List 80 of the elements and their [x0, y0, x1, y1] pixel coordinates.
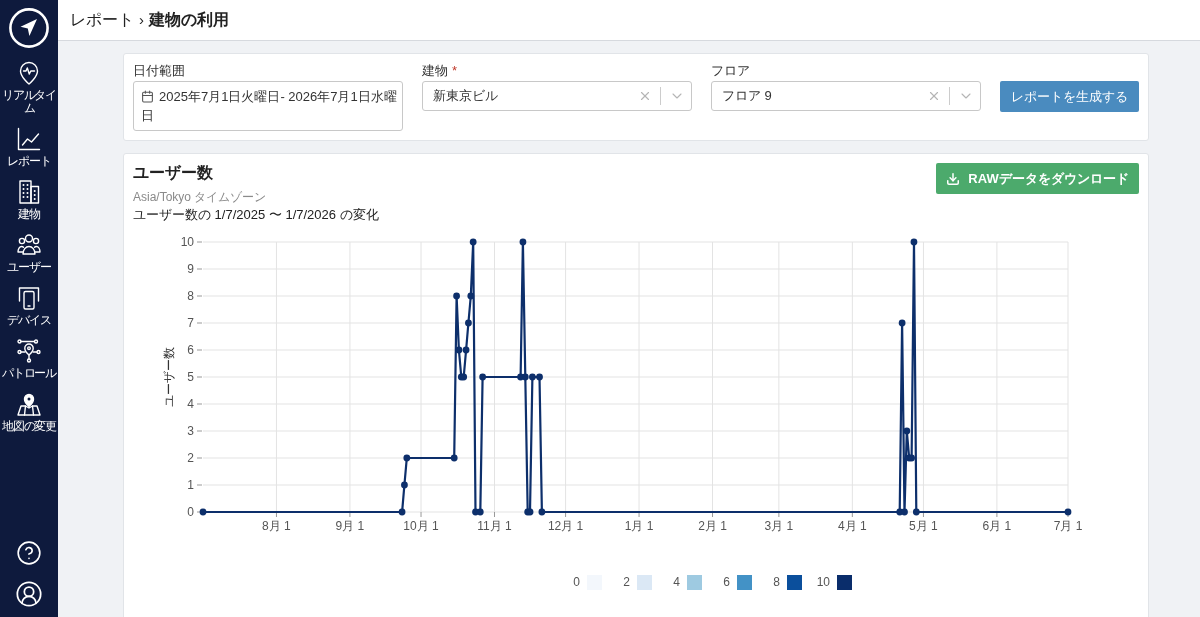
data-point: [398, 508, 406, 516]
y-tick-label: 3: [187, 424, 194, 439]
data-point: [401, 481, 408, 489]
users-group-icon: [17, 233, 41, 257]
data-point: [519, 238, 527, 246]
data-point: [199, 508, 207, 516]
data-point: [479, 373, 487, 381]
clear-icon[interactable]: [638, 89, 652, 103]
timezone-note: Asia/Tokyo タイムゾーン: [133, 190, 268, 205]
x-tick-label: 9月 1: [335, 519, 365, 533]
data-point: [469, 238, 477, 246]
page-title: 建物の利用: [149, 10, 229, 30]
route-pin-icon: [17, 339, 41, 363]
data-point: [898, 319, 906, 327]
y-axis-title: ユーザー数: [162, 347, 176, 407]
legend-label: 2: [623, 575, 630, 590]
data-point: [910, 238, 918, 246]
sidebar-nav-link[interactable]: レポート: [0, 120, 58, 173]
sidebar-nav-link[interactable]: 建物: [0, 173, 58, 226]
sidebar-nav-link[interactable]: パトロール: [0, 332, 58, 385]
sidebar-nav-link[interactable]: リアルタイム: [0, 54, 58, 120]
sidebar-nav-link[interactable]: ユーザー: [0, 226, 58, 279]
data-point: [453, 292, 460, 300]
date-range-field[interactable]: 2025年7月1日火曜日- 2026年7月1日水曜日: [133, 81, 403, 131]
x-tick-label: 12月 1: [547, 519, 584, 533]
pin-pulse-icon: [17, 61, 41, 85]
y-tick-label: 4: [187, 397, 194, 412]
legend-label: 0: [573, 575, 580, 590]
data-point: [538, 508, 546, 516]
dropdown-select[interactable]: フロア 9: [711, 81, 981, 111]
calendar-icon: [141, 90, 154, 103]
x-tick-label: 10月 1: [403, 519, 439, 533]
y-tick-label: 9: [187, 262, 194, 277]
x-tick-label: 6月 1: [982, 519, 1012, 533]
card-title: ユーザー数: [133, 163, 213, 183]
y-tick-label: 6: [187, 343, 194, 358]
legend-label: 4: [673, 575, 680, 590]
x-tick-label: 2月 1: [698, 519, 727, 533]
generate-report-button[interactable]: レポートを生成する: [1000, 81, 1139, 112]
x-tick-label: 11月 1: [477, 519, 512, 533]
user-account-icon[interactable]: [15, 580, 43, 608]
y-tick-label: 5: [187, 370, 194, 385]
breadcrumb-separator: ›: [139, 9, 144, 30]
field-label: 建物 *: [422, 63, 459, 79]
legend-label: 6: [723, 575, 730, 590]
line-chart-icon: [17, 127, 41, 151]
x-tick-label: 3月 1: [764, 519, 794, 533]
download-icon: [946, 171, 961, 186]
sidebar-nav-link[interactable]: デバイス: [0, 279, 58, 332]
data-point: [465, 319, 472, 327]
y-tick-label: 7: [187, 316, 194, 331]
legend-label: 10: [816, 575, 830, 590]
data-point: [403, 454, 411, 462]
y-tick-label: 10: [180, 235, 194, 250]
phone-stand-icon: [17, 286, 41, 310]
field-label: フロア: [711, 63, 751, 79]
y-tick-label: 8: [187, 289, 194, 304]
sidebar-nav-link[interactable]: 地図の変更: [0, 385, 58, 438]
map-pin-icon: [17, 392, 41, 416]
dropdown-select[interactable]: 新東京ビル: [422, 81, 692, 111]
y-tick-label: 0: [187, 505, 194, 520]
field-label: 日付範囲: [133, 63, 186, 79]
y-tick-label: 2: [187, 451, 194, 466]
x-tick-label: 7月 1: [1053, 519, 1083, 533]
help-icon[interactable]: [16, 540, 42, 566]
clear-icon[interactable]: [927, 89, 941, 103]
chart-title: ユーザー数の 1/7/2025 〜 1/7/2026 の変化: [133, 206, 380, 224]
x-tick-label: 4月 1: [838, 519, 867, 533]
data-point: [1064, 508, 1072, 516]
x-tick-label: 8月 1: [262, 519, 291, 533]
legend-label: 8: [773, 575, 780, 590]
data-point: [903, 427, 911, 435]
x-tick-label: 5月 1: [909, 519, 938, 533]
building-icon: [17, 180, 41, 204]
data-point: [467, 292, 475, 300]
breadcrumb-link[interactable]: レポート: [70, 8, 134, 32]
y-tick-label: 1: [187, 478, 194, 493]
x-tick-label: 1月 1: [624, 519, 654, 533]
data-point: [450, 454, 458, 462]
data-point: [912, 508, 920, 516]
